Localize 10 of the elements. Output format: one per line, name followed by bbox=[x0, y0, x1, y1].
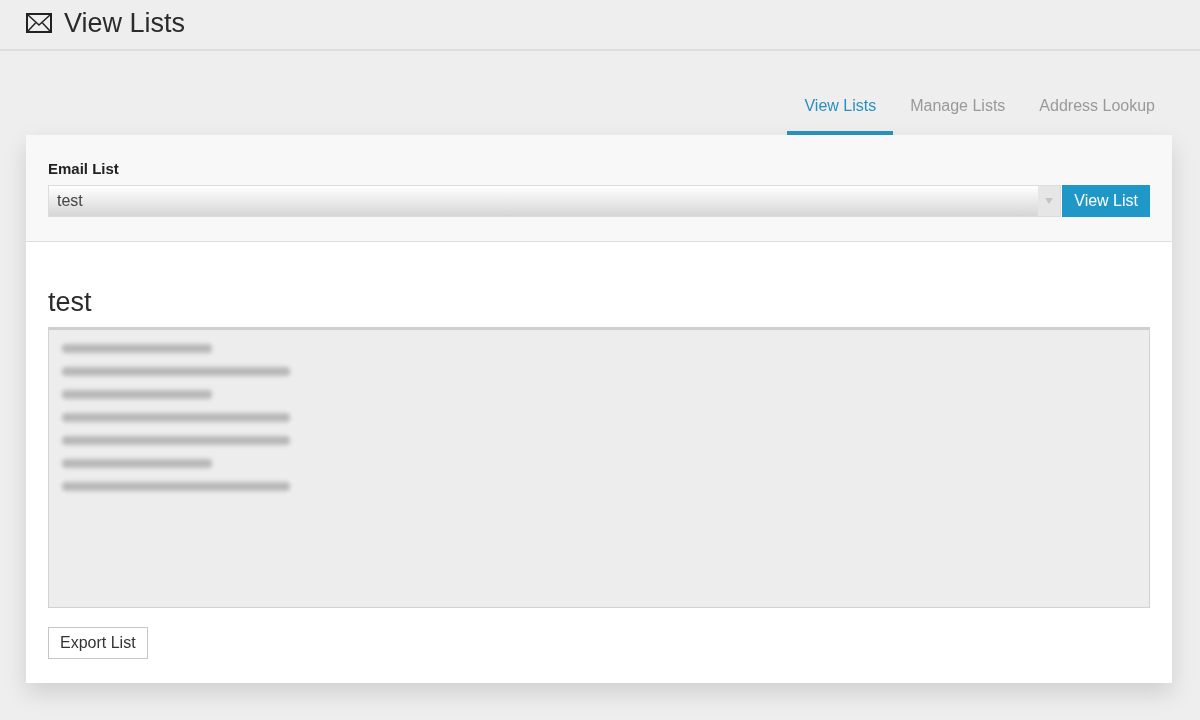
view-list-button[interactable]: View List bbox=[1062, 185, 1150, 217]
field-label: Email List bbox=[48, 160, 120, 177]
export-list-button[interactable]: Export List bbox=[48, 627, 148, 659]
page-title: View Lists bbox=[64, 8, 186, 39]
tab[interactable]: Manage Lists bbox=[893, 84, 1023, 135]
caret-icon bbox=[1038, 186, 1061, 216]
list-title: test bbox=[48, 287, 92, 317]
tab[interactable]: Address Lookup bbox=[1022, 84, 1172, 135]
envelope-icon bbox=[26, 12, 52, 33]
list-select[interactable]: test bbox=[48, 185, 1062, 217]
